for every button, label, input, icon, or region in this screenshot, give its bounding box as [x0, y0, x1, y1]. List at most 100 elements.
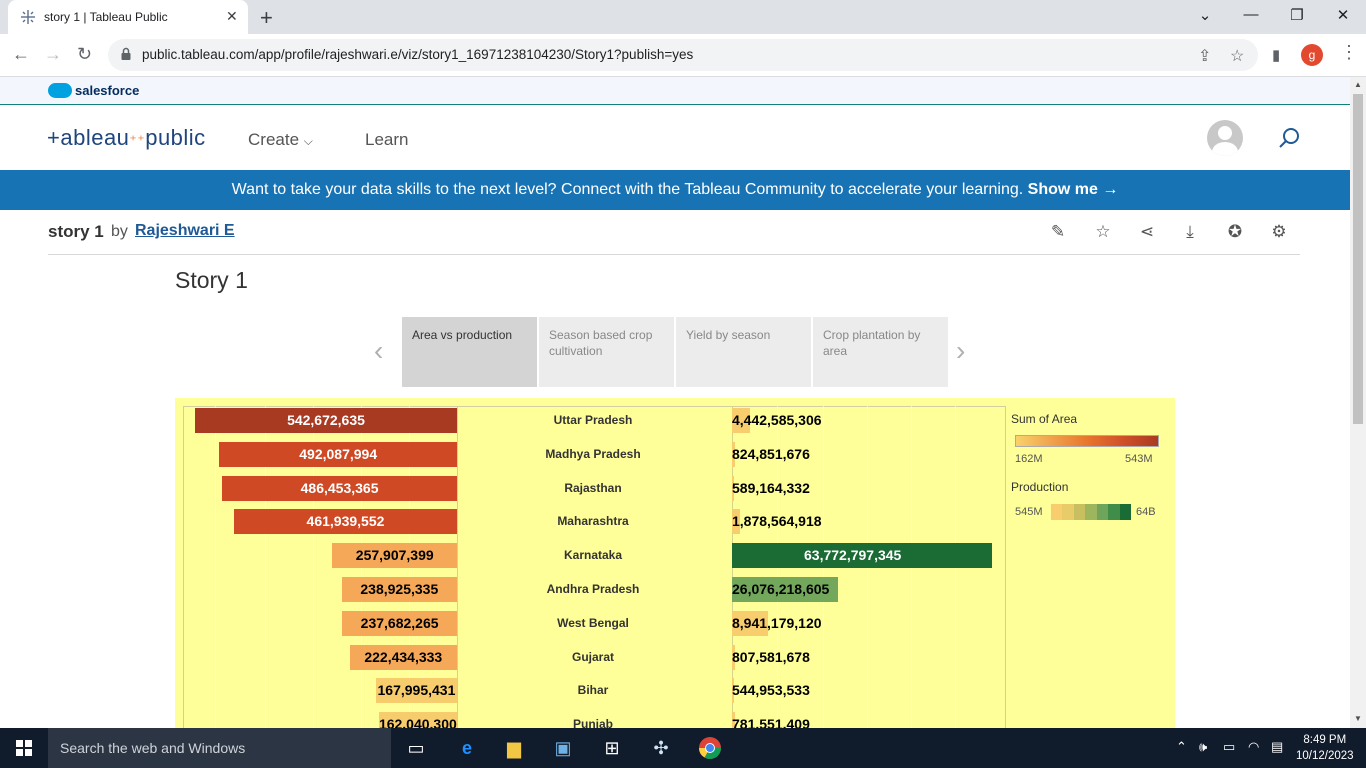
reload-icon[interactable]: ↻: [77, 44, 92, 65]
tab-search-icon[interactable]: ⌄: [1190, 6, 1220, 24]
clock-date: 10/12/2023: [1296, 750, 1354, 762]
area-bar[interactable]: 542,672,635: [195, 408, 457, 433]
avatar-head: [1218, 126, 1232, 140]
browser-tab[interactable]: story 1 | Tableau Public ✕: [8, 0, 248, 34]
state-label: Madhya Pradesh: [545, 446, 641, 461]
area-bar[interactable]: 162,040,300: [378, 712, 457, 728]
legend-production-steps: [1051, 504, 1131, 520]
wifi-icon[interactable]: ◠: [1248, 739, 1259, 755]
state-label: Punjab: [572, 717, 613, 728]
browser-menu-icon[interactable]: ⋮: [1340, 42, 1358, 63]
search-icon[interactable]: [1278, 127, 1300, 149]
production-value-label: 824,851,676: [732, 445, 810, 462]
story-point-3[interactable]: Yield by season: [676, 317, 811, 387]
chrome-icon[interactable]: [698, 736, 722, 760]
profile-avatar[interactable]: g: [1301, 44, 1323, 66]
area-bar[interactable]: 238,925,335: [341, 577, 457, 602]
area-bar[interactable]: 461,939,552: [233, 509, 457, 535]
salesforce-cloud-icon: [48, 83, 72, 98]
bookmark-star-icon[interactable]: ☆: [1230, 46, 1244, 66]
task-view-icon[interactable]: ▭: [404, 736, 428, 760]
site-header: +ableau⁺⁺public Create ⌵ Learn: [0, 105, 1350, 170]
file-explorer-icon[interactable]: ▆: [502, 736, 526, 760]
user-avatar[interactable]: [1207, 120, 1243, 156]
store-bag-icon[interactable]: ⊞: [600, 736, 624, 760]
area-bar[interactable]: 257,907,399: [332, 543, 457, 569]
tab-close-icon[interactable]: ✕: [226, 8, 238, 25]
story-next-arrow-icon[interactable]: ›: [956, 335, 965, 367]
state-label: Rajasthan: [564, 480, 622, 495]
notifications-icon[interactable]: ▤: [1271, 739, 1283, 755]
tab-title: story 1 | Tableau Public: [44, 10, 168, 24]
minimize-icon[interactable]: —: [1236, 6, 1266, 23]
edge-icon[interactable]: e: [455, 736, 479, 760]
production-value-label: 4,442,585,306: [732, 412, 822, 428]
share-icon[interactable]: ⋖: [1137, 222, 1157, 242]
clock-time: 8:49 PM: [1303, 734, 1347, 746]
story-prev-arrow-icon[interactable]: ‹: [374, 335, 383, 367]
tableau-public-logo[interactable]: +ableau⁺⁺public: [47, 125, 206, 151]
tableau-app-icon[interactable]: ✣: [649, 736, 673, 760]
share-icon[interactable]: ⇪: [1198, 46, 1211, 66]
production-value-label: 8,941,179,120: [732, 614, 822, 631]
windows-start-icon[interactable]: [16, 740, 32, 756]
browser-tab-strip: story 1 | Tableau Public ✕ + ⌄ — ❐ ✕: [0, 0, 1366, 34]
area-bar[interactable]: 222,434,333: [349, 644, 457, 670]
window-close-icon[interactable]: ✕: [1328, 6, 1358, 24]
production-value-label: 781,551,409: [732, 716, 810, 728]
page-scrollbar[interactable]: ▲ ▼: [1350, 77, 1366, 728]
taskbar-search[interactable]: Search the web and Windows: [48, 728, 391, 768]
legend-production-min: 545M: [1015, 506, 1043, 518]
area-bar[interactable]: 486,453,365: [222, 475, 457, 501]
side-panel-icon[interactable]: ▮: [1272, 46, 1280, 64]
volume-icon[interactable]: 🕪: [1199, 739, 1207, 755]
browser-toolbar: ← → ↻ public.tableau.com/app/profile/raj…: [0, 34, 1366, 77]
area-bar[interactable]: 237,682,265: [342, 610, 457, 636]
story-point-1[interactable]: Area vs production: [402, 317, 537, 387]
banner-text: Want to take your data skills to the nex…: [231, 181, 1024, 198]
address-bar[interactable]: public.tableau.com/app/profile/rajeshwar…: [108, 39, 1258, 71]
salesforce-name[interactable]: salesforce: [75, 83, 139, 98]
nav-create[interactable]: Create ⌵: [248, 130, 313, 150]
restore-icon[interactable]: ❐: [1282, 6, 1312, 24]
logo-plus-icon: ⁺⁺: [129, 132, 146, 148]
area-bar[interactable]: 167,995,431: [375, 678, 457, 704]
banner-show-me-link[interactable]: Show me →: [1028, 181, 1119, 198]
promo-banner: Want to take your data skills to the nex…: [0, 170, 1350, 210]
viz-area: 542,672,635 Uttar Pradesh 4,442,585,306 492…: [175, 398, 1175, 728]
story-point-2[interactable]: Season based crop cultivation: [539, 317, 674, 387]
logo-suffix: public: [145, 125, 206, 150]
scrollbar-thumb[interactable]: [1353, 94, 1363, 424]
story-navigator: ‹ Area vs production Season based crop c…: [372, 317, 976, 387]
badge-icon[interactable]: ✪: [1225, 222, 1245, 242]
forward-icon[interactable]: →: [44, 44, 62, 65]
download-icon[interactable]: ⤓: [1180, 222, 1200, 242]
nav-learn[interactable]: Learn: [365, 130, 408, 150]
store-app-icon[interactable]: ▣: [551, 736, 575, 760]
avatar-body: [1212, 142, 1238, 156]
tray-chevron-icon[interactable]: ⌃: [1176, 739, 1187, 755]
production-value-label: 63,772,797,345: [804, 547, 902, 564]
author-link[interactable]: Rajeshwari E: [135, 222, 235, 240]
scroll-up-icon[interactable]: ▲: [1354, 80, 1362, 89]
story-point-label: Season based crop cultivation: [549, 328, 653, 358]
state-label: Uttar Pradesh: [553, 413, 633, 427]
url-text: public.tableau.com/app/profile/rajeshwar…: [142, 47, 694, 62]
lock-icon: [121, 47, 131, 60]
legend: Sum of Area 162M 543M Production 545M 64…: [1011, 412, 1171, 520]
state-label: Gujarat: [571, 649, 614, 664]
back-icon[interactable]: ←: [12, 44, 30, 65]
viz-header: story 1 by Rajeshwari E ✎ ☆ ⋖ ⤓ ✪ ⚙: [48, 210, 1300, 255]
state-label: Andhra Pradesh: [546, 582, 640, 596]
page-content: salesforce +ableau⁺⁺public Create ⌵ Lear…: [0, 77, 1350, 728]
area-bar[interactable]: 492,087,994: [219, 441, 457, 467]
taskbar-clock[interactable]: 8:49 PM 10/12/2023: [1296, 732, 1354, 764]
scroll-down-icon[interactable]: ▼: [1354, 714, 1362, 723]
settings-gear-icon[interactable]: ⚙: [1269, 222, 1289, 242]
edit-icon[interactable]: ✎: [1048, 222, 1068, 242]
story-point-4[interactable]: Crop plantation by area: [813, 317, 948, 387]
story-point-label: Area vs production: [412, 328, 513, 342]
battery-icon[interactable]: ▭: [1223, 739, 1235, 755]
favorite-star-icon[interactable]: ☆: [1093, 222, 1113, 242]
new-tab-icon[interactable]: +: [260, 5, 273, 31]
